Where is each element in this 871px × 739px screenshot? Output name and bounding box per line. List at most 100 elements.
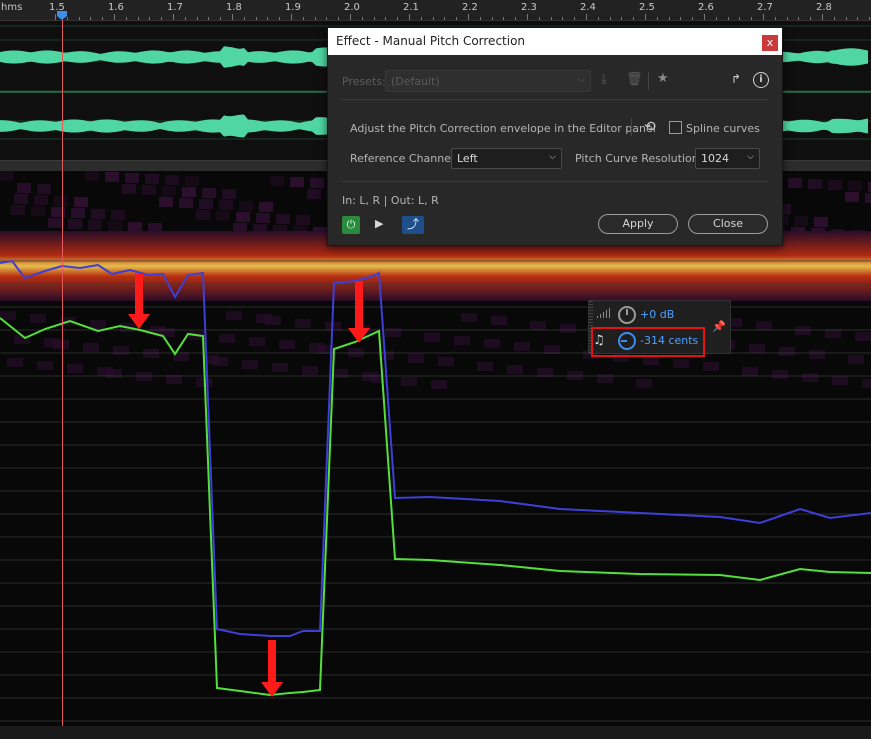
instruction-text: Adjust the Pitch Correction envelope in … — [350, 122, 656, 135]
spectral-noise — [256, 213, 270, 223]
ruler-tick — [350, 14, 351, 20]
spectral-noise — [385, 328, 401, 337]
spectral-noise — [438, 357, 454, 366]
gain-knob[interactable] — [618, 306, 636, 324]
time-ruler[interactable]: hms 1.5 1.6 1.7 1.8 1.9 2.0 2.1 2.2 2.3 2.4 2.5 2.6 2… — [0, 0, 871, 21]
ruler-tick — [786, 17, 788, 20]
presets-label: Presets: — [342, 75, 386, 88]
ruler-tick — [527, 14, 528, 20]
ruler-tick — [444, 17, 446, 20]
power-icon[interactable]: ⏻ — [342, 216, 360, 234]
spectral-noise — [310, 178, 324, 188]
spectral-noise — [216, 211, 230, 221]
playhead-line[interactable] — [62, 20, 63, 726]
dialog-titlebar[interactable]: Effect - Manual Pitch Correction x — [328, 28, 782, 55]
ruler-tick — [538, 17, 540, 20]
spectral-noise — [226, 311, 242, 320]
ruler-tick-label: 2.2 — [462, 2, 478, 13]
play-icon[interactable]: ▶ — [375, 217, 383, 230]
spectral-noise — [54, 196, 68, 206]
spectral-noise — [809, 350, 825, 359]
footer-separator — [342, 181, 768, 182]
chevron-down-icon: ⌵ — [747, 152, 754, 162]
ruler-tick — [66, 17, 68, 20]
spline-curves-checkbox[interactable] — [669, 121, 682, 134]
presets-dropdown[interactable]: (Default) ⌵ — [385, 70, 591, 92]
trash-icon[interactable]: 🗑 — [626, 72, 643, 87]
spectral-noise — [560, 324, 576, 333]
header-separator — [342, 99, 768, 100]
ruler-tick — [326, 17, 328, 20]
apply-button[interactable]: Apply — [598, 214, 678, 234]
spectral-noise — [199, 199, 213, 209]
reset-icon[interactable]: ⟲ — [644, 119, 656, 135]
ruler-tick — [338, 17, 340, 20]
spectral-noise — [85, 171, 99, 181]
routing-icon[interactable]: ↱ — [731, 72, 741, 86]
spectral-noise — [808, 179, 822, 189]
pitch-curve-resolution-dropdown[interactable]: 1024 ⌵ — [695, 148, 760, 169]
spectral-noise — [143, 349, 159, 358]
ruler-tick — [90, 17, 92, 20]
spectral-noise — [348, 348, 364, 357]
ruler-tick — [727, 17, 729, 20]
ruler-tick — [562, 17, 564, 20]
download-icon[interactable]: ⤓ — [601, 72, 607, 87]
ruler-tick-label: 2.7 — [757, 2, 773, 13]
pin-icon[interactable]: 📌 — [712, 320, 726, 334]
ruler-tick — [586, 14, 587, 20]
reference-channel-label: Reference Channel: — [350, 152, 458, 165]
close-icon[interactable]: x — [762, 35, 778, 51]
spectral-noise — [431, 380, 447, 389]
ruler-tick — [739, 17, 741, 20]
ruler-tick — [125, 17, 127, 20]
close-button[interactable]: Close — [688, 214, 768, 234]
spectral-noise — [848, 181, 862, 191]
ruler-tick — [161, 17, 163, 20]
ruler-tick — [397, 17, 399, 20]
spectral-noise — [259, 202, 273, 212]
ruler-tick — [432, 17, 434, 20]
spectral-noise — [179, 198, 193, 208]
manual-pitch-correction-dialog: Effect - Manual Pitch Correction x Prese… — [327, 27, 783, 246]
spline-curves-label[interactable]: Spline curves — [686, 122, 760, 135]
chevron-down-icon: ⌵ — [578, 75, 585, 85]
annotation-arrow — [268, 640, 276, 683]
spectral-noise — [219, 334, 235, 343]
pitch-envelope-canvas[interactable] — [0, 171, 871, 726]
info-icon[interactable]: i — [753, 72, 769, 88]
ruler-tick — [479, 17, 481, 20]
ruler-tick — [468, 14, 469, 20]
spectral-noise — [703, 362, 719, 371]
spectral-noise — [865, 193, 871, 203]
spectral-noise — [862, 379, 871, 388]
spectral-noise — [643, 356, 659, 365]
ruler-tick — [822, 14, 823, 20]
ruler-tick — [456, 17, 458, 20]
spectral-noise — [828, 180, 842, 190]
spectral-noise — [0, 171, 14, 181]
spectral-noise — [270, 176, 284, 186]
ruler-tick — [609, 17, 611, 20]
spectral-noise — [31, 206, 45, 216]
spectral-noise — [832, 376, 848, 385]
spectral-noise — [219, 200, 233, 210]
spectral-pitch-display[interactable] — [0, 171, 871, 726]
spectral-noise — [514, 342, 530, 351]
loop-icon[interactable]: ⤴ — [402, 216, 424, 234]
spectral-noise — [530, 321, 546, 330]
spectral-noise — [673, 359, 689, 368]
spectral-noise — [309, 343, 325, 352]
reference-channel-dropdown[interactable]: Left ⌵ — [451, 148, 562, 169]
spectral-noise — [67, 364, 83, 373]
spectral-noise — [142, 185, 156, 195]
gain-value[interactable]: +0 dB — [640, 308, 674, 321]
ruler-tick — [597, 17, 599, 20]
ruler-tick — [196, 17, 198, 20]
ruler-tick — [409, 14, 410, 20]
star-icon[interactable]: ★ — [657, 71, 669, 86]
spectral-noise — [597, 374, 613, 383]
ruler-tick-label: 1.8 — [226, 2, 242, 13]
ruler-tick — [668, 17, 670, 20]
spectral-noise — [332, 369, 348, 378]
